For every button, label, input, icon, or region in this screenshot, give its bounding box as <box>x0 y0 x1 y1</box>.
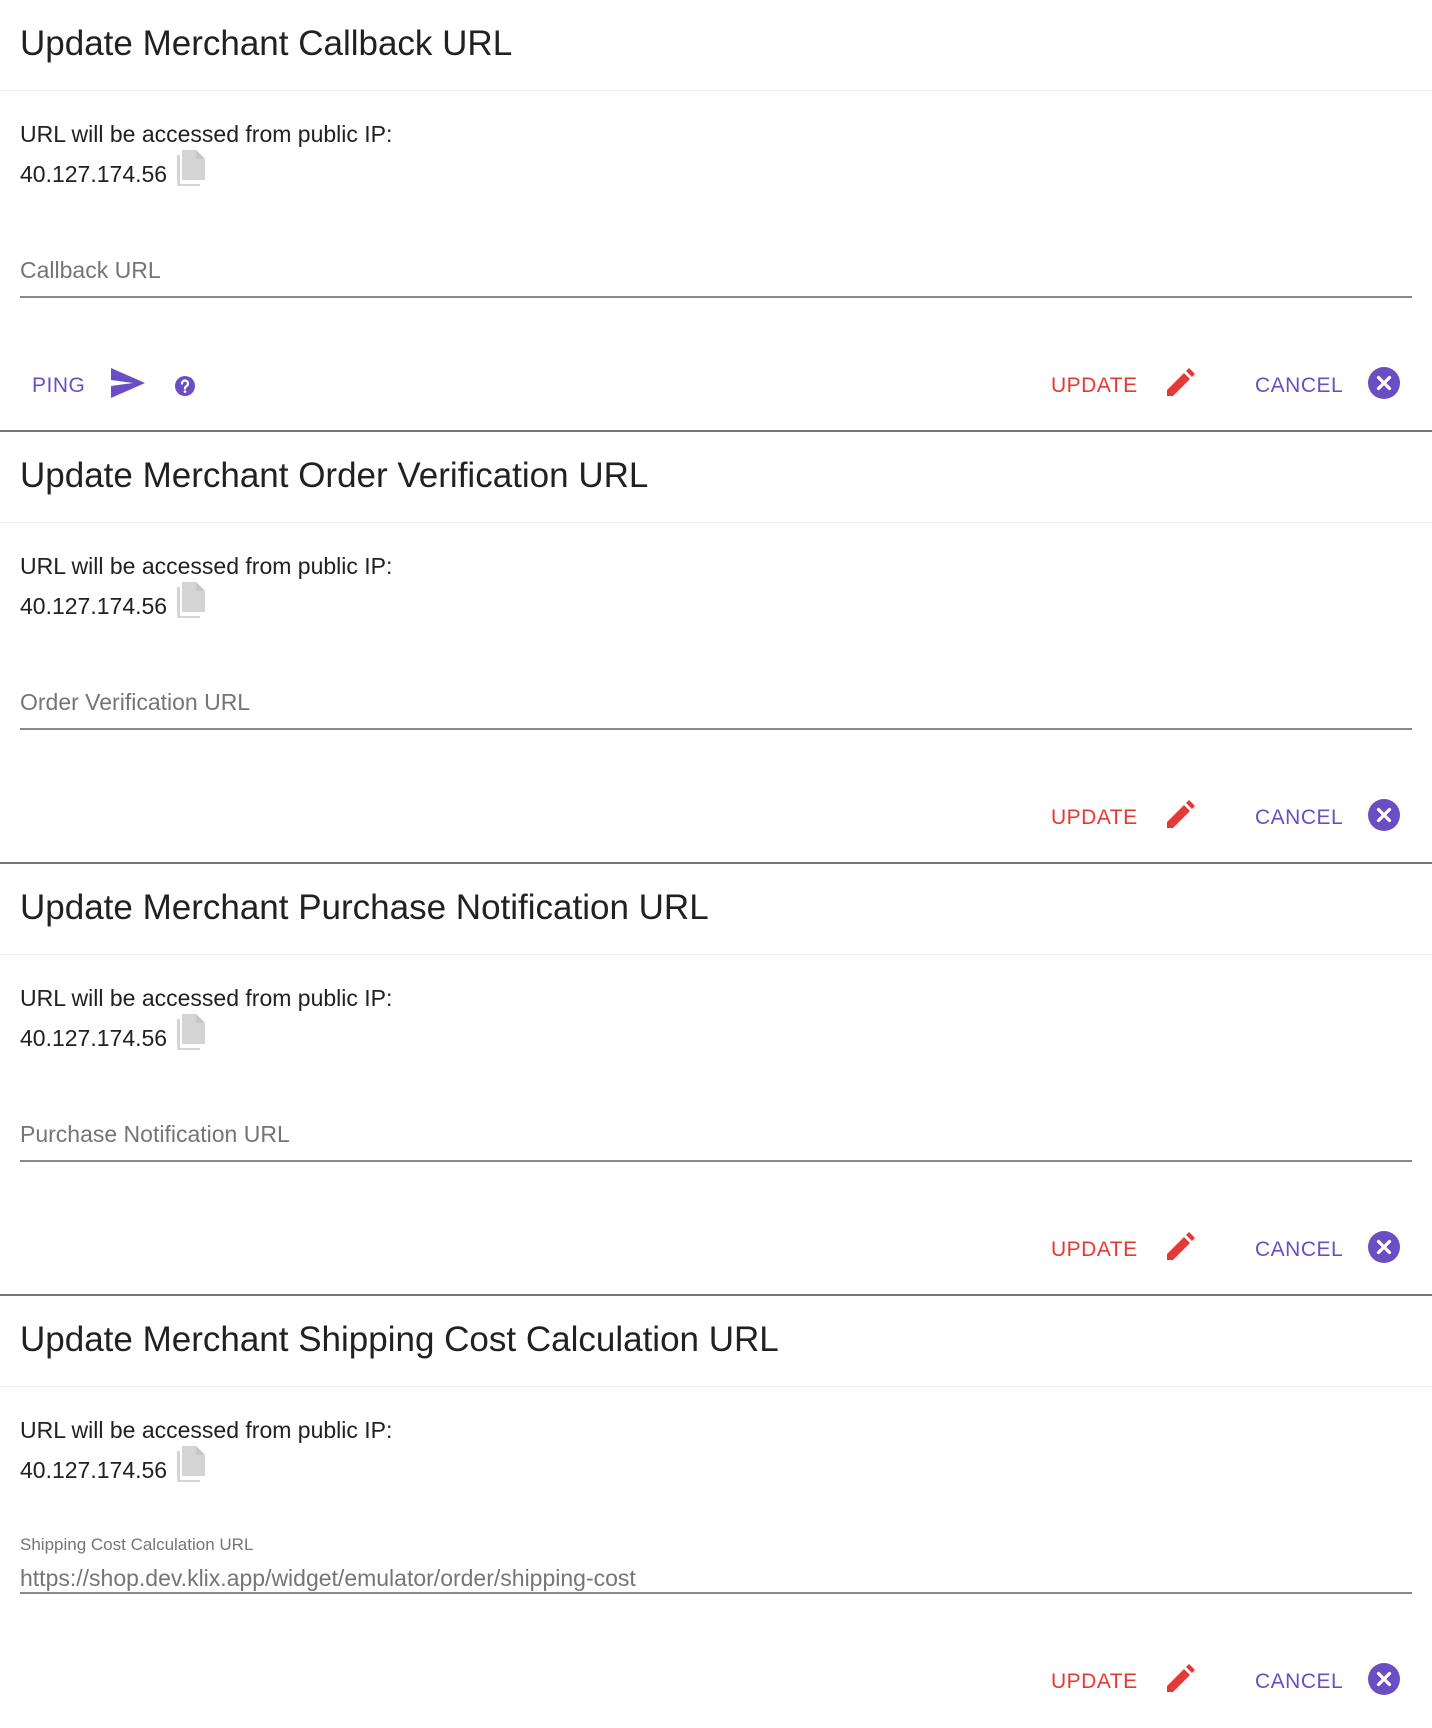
ip-row: 40.127.174.56 <box>20 582 207 626</box>
close-circle-icon <box>1368 367 1401 405</box>
update-button[interactable]: UPDATE <box>1051 798 1195 838</box>
close-circle-icon <box>1368 1231 1401 1269</box>
cancel-label: CANCEL <box>1255 1670 1344 1693</box>
cancel-button[interactable]: CANCEL <box>1255 1662 1401 1702</box>
ip-value: 40.127.174.56 <box>20 1457 168 1483</box>
ping-button[interactable]: PING <box>32 366 146 406</box>
ip-row: 40.127.174.56 <box>20 1446 207 1490</box>
pencil-icon <box>1165 1232 1195 1268</box>
update-label: UPDATE <box>1051 806 1138 829</box>
ip-value: 40.127.174.56 <box>20 161 168 187</box>
ip-row: 40.127.174.56 <box>20 150 207 194</box>
shipping-cost-url-card: Update Merchant Shipping Cost Calculatio… <box>0 1296 1432 1728</box>
ip-label: URL will be accessed from public IP: <box>20 985 393 1011</box>
ip-label: URL will be accessed from public IP: <box>20 553 393 579</box>
update-label: UPDATE <box>1051 1670 1138 1693</box>
order-verification-url-card: Update Merchant Order Verification URL U… <box>0 432 1432 864</box>
cancel-button[interactable]: CANCEL <box>1255 366 1401 406</box>
ip-value: 40.127.174.56 <box>20 1025 168 1051</box>
copy-icon[interactable] <box>177 582 207 618</box>
card-title: Update Merchant Callback URL <box>20 24 513 63</box>
ip-label: URL will be accessed from public IP: <box>20 1417 393 1443</box>
ip-row: 40.127.174.56 <box>20 1014 207 1058</box>
card-title: Update Merchant Order Verification URL <box>20 456 649 495</box>
field-placeholder: Callback URL <box>20 257 161 283</box>
ip-label: URL will be accessed from public IP: <box>20 121 393 147</box>
card-actions: PING UPDATE CANCEL <box>0 366 1432 406</box>
title-divider <box>0 1386 1432 1387</box>
field-value: https://shop.dev.klix.app/widget/emulato… <box>20 1565 636 1591</box>
ip-value: 40.127.174.56 <box>20 593 168 619</box>
copy-icon[interactable] <box>177 1014 207 1050</box>
card-actions: UPDATE CANCEL <box>0 798 1432 838</box>
cancel-label: CANCEL <box>1255 806 1344 829</box>
update-label: UPDATE <box>1051 374 1138 397</box>
send-icon <box>111 368 146 404</box>
card-actions: UPDATE CANCEL <box>0 1662 1432 1702</box>
card-title: Update Merchant Shipping Cost Calculatio… <box>20 1320 779 1359</box>
purchase-notification-url-field[interactable]: Purchase Notification URL <box>20 1100 1412 1162</box>
cancel-button[interactable]: CANCEL <box>1255 1230 1401 1270</box>
pencil-icon <box>1165 368 1195 404</box>
update-label: UPDATE <box>1051 1238 1138 1261</box>
cancel-label: CANCEL <box>1255 1238 1344 1261</box>
field-label: Shipping Cost Calculation URL <box>20 1535 254 1554</box>
shipping-cost-url-field[interactable]: Shipping Cost Calculation URL https://sh… <box>20 1532 1412 1594</box>
copy-icon[interactable] <box>177 1446 207 1482</box>
field-placeholder: Order Verification URL <box>20 689 251 715</box>
purchase-notification-url-card: Update Merchant Purchase Notification UR… <box>0 864 1432 1296</box>
update-button[interactable]: UPDATE <box>1051 1230 1195 1270</box>
update-button[interactable]: UPDATE <box>1051 1662 1195 1702</box>
pencil-icon <box>1165 1664 1195 1700</box>
cancel-button[interactable]: CANCEL <box>1255 798 1401 838</box>
help-circle-icon[interactable] <box>173 374 197 398</box>
title-divider <box>0 522 1432 523</box>
cancel-label: CANCEL <box>1255 374 1344 397</box>
copy-icon[interactable] <box>177 150 207 186</box>
update-button[interactable]: UPDATE <box>1051 366 1195 406</box>
field-placeholder: Purchase Notification URL <box>20 1121 290 1147</box>
callback-url-card: Update Merchant Callback URL URL will be… <box>0 0 1432 432</box>
pencil-icon <box>1165 800 1195 836</box>
close-circle-icon <box>1368 799 1401 837</box>
ping-label: PING <box>32 374 86 397</box>
order-verification-url-field[interactable]: Order Verification URL <box>20 668 1412 730</box>
title-divider <box>0 954 1432 955</box>
callback-url-field[interactable]: Callback URL <box>20 236 1412 298</box>
close-circle-icon <box>1368 1663 1401 1701</box>
card-title: Update Merchant Purchase Notification UR… <box>20 888 709 927</box>
title-divider <box>0 90 1432 91</box>
card-actions: UPDATE CANCEL <box>0 1230 1432 1270</box>
